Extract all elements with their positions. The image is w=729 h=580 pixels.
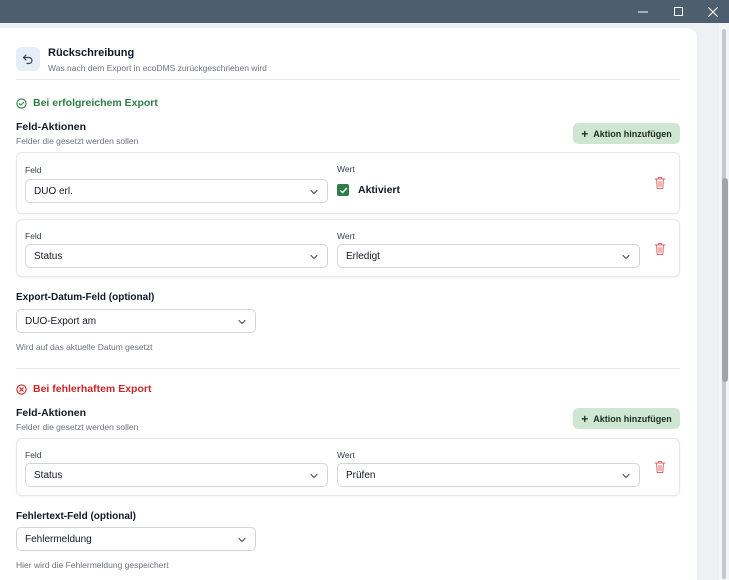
value-select[interactable]: Prüfen bbox=[337, 463, 640, 487]
divider bbox=[16, 79, 680, 80]
value-select-value: Erledigt bbox=[346, 250, 380, 262]
success-heading: Bei erfolgreichem Export bbox=[16, 97, 158, 109]
minimize-icon[interactable] bbox=[623, 0, 663, 23]
field-label: Feld bbox=[25, 450, 42, 460]
field-select[interactable]: DUO erl. bbox=[25, 179, 328, 203]
export-date-select[interactable]: DUO-Export am bbox=[16, 309, 256, 333]
error-circle-icon bbox=[16, 383, 27, 395]
export-date-select-value: DUO-Export am bbox=[25, 315, 97, 327]
section-title: Rückschreibung bbox=[48, 47, 135, 59]
field-select-value: DUO erl. bbox=[34, 185, 73, 197]
add-action-label: Aktion hinzufügen bbox=[593, 128, 672, 139]
export-date-hint: Wird auf das aktuelle Datum gesetzt bbox=[16, 342, 153, 352]
trash-icon[interactable] bbox=[654, 242, 666, 256]
failure-actions-title: Feld-Aktionen bbox=[16, 407, 86, 419]
add-action-label: Aktion hinzufügen bbox=[593, 413, 672, 424]
chevron-down-icon bbox=[622, 473, 630, 479]
error-text-select[interactable]: Fehlermeldung bbox=[16, 527, 256, 551]
failure-heading-label: Bei fehlerhaftem Export bbox=[33, 383, 152, 395]
failure-actions-subtitle: Felder die gesetzt werden sollen bbox=[16, 422, 139, 432]
field-select[interactable]: Status bbox=[25, 244, 328, 268]
success-actions-title: Feld-Aktionen bbox=[16, 121, 86, 133]
panel-scrollbar-thumb[interactable] bbox=[722, 178, 728, 382]
field-select-value: Status bbox=[34, 469, 63, 481]
trash-icon[interactable] bbox=[654, 176, 666, 190]
chevron-down-icon bbox=[622, 254, 630, 260]
export-date-field-title: Export-Datum-Feld (optional) bbox=[16, 292, 155, 303]
check-circle-icon bbox=[16, 97, 27, 109]
maximize-icon[interactable] bbox=[658, 0, 698, 23]
field-label: Feld bbox=[25, 231, 42, 241]
success-actions-subtitle: Felder die gesetzt werden sollen bbox=[16, 136, 139, 146]
trash-icon[interactable] bbox=[654, 460, 666, 474]
window-titlebar bbox=[0, 0, 729, 23]
activated-checkbox[interactable] bbox=[337, 184, 349, 196]
error-text-field-title: Fehlertext-Feld (optional) bbox=[16, 511, 136, 522]
checkmark-icon bbox=[339, 187, 347, 193]
checkbox-label: Aktiviert bbox=[358, 184, 401, 196]
error-text-select-value: Fehlermeldung bbox=[25, 533, 92, 545]
value-select-value: Prüfen bbox=[346, 469, 376, 481]
chevron-down-icon bbox=[238, 319, 246, 325]
success-heading-label: Bei erfolgreichem Export bbox=[33, 97, 158, 109]
writeback-panel bbox=[0, 28, 697, 580]
field-select-value: Status bbox=[34, 250, 63, 262]
failure-add-action-button[interactable]: + Aktion hinzufügen bbox=[573, 408, 680, 429]
chevron-down-icon bbox=[238, 537, 246, 543]
field-select[interactable]: Status bbox=[25, 463, 328, 487]
section-subtitle: Was nach dem Export in ecoDMS zurückgesc… bbox=[48, 63, 267, 73]
chevron-down-icon bbox=[310, 189, 318, 195]
chevron-down-icon bbox=[310, 254, 318, 260]
plus-icon: + bbox=[581, 411, 589, 426]
failure-heading: Bei fehlerhaftem Export bbox=[16, 383, 151, 395]
value-label: Wert bbox=[337, 164, 355, 174]
value-label: Wert bbox=[337, 450, 355, 460]
plus-icon: + bbox=[581, 126, 589, 141]
chevron-down-icon bbox=[310, 473, 318, 479]
undo-icon bbox=[16, 47, 40, 71]
value-label: Wert bbox=[337, 231, 355, 241]
field-label: Feld bbox=[25, 165, 42, 175]
value-select[interactable]: Erledigt bbox=[337, 244, 640, 268]
error-text-hint: Hier wird die Fehlermeldung gespeichert bbox=[16, 560, 169, 570]
close-icon[interactable] bbox=[693, 0, 729, 23]
success-add-action-button[interactable]: + Aktion hinzufügen bbox=[573, 123, 680, 144]
divider bbox=[16, 368, 680, 369]
